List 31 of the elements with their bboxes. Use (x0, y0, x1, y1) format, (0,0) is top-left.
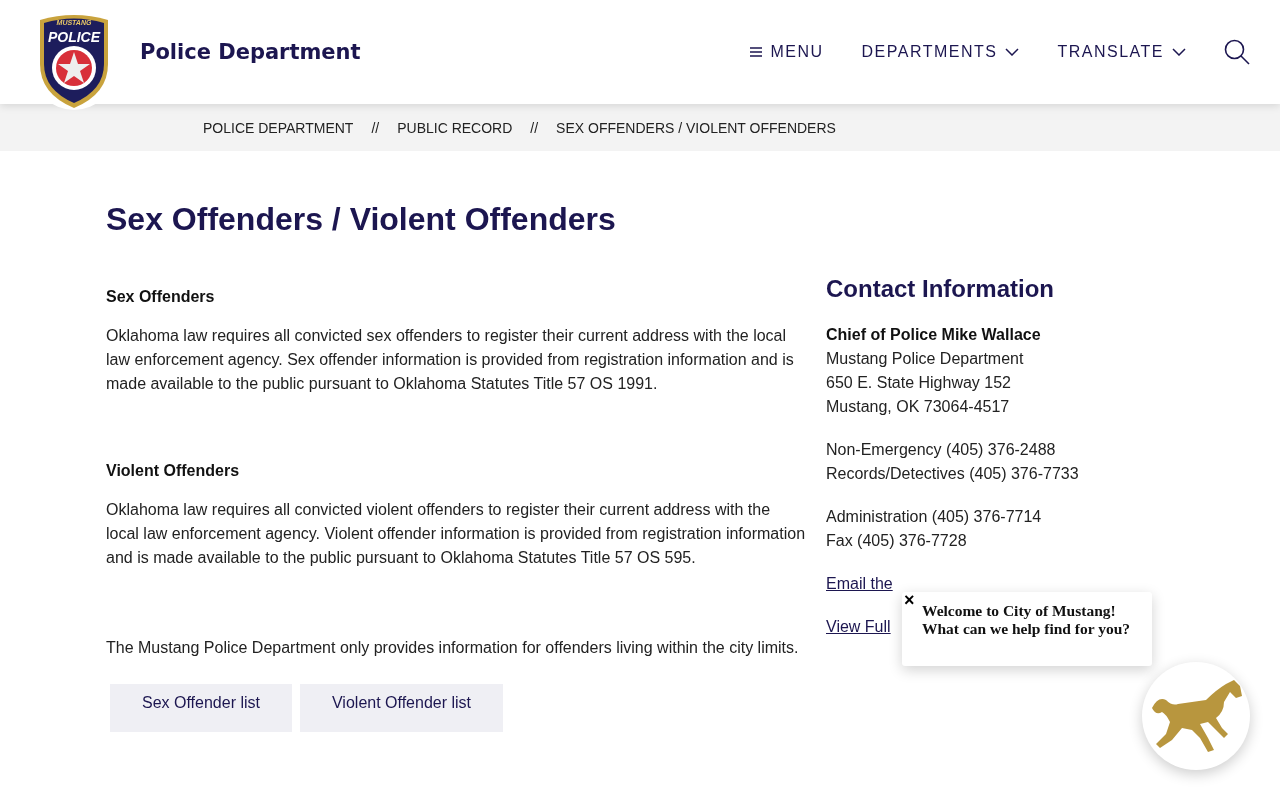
contact-line: Administration (405) 376-7714 (826, 507, 1043, 527)
contact-line: Records/Detectives (405) 376-7733 (826, 464, 1080, 484)
breadcrumb-link[interactable]: POLICE DEPARTMENT (203, 119, 354, 136)
breadcrumb-separator: // (371, 119, 380, 136)
nav-dropdown[interactable]: DEPARTMENTS (861, 43, 1020, 61)
close-button[interactable]: × (902, 592, 917, 608)
contact-line: Mustang, OK 73064-4517 (826, 397, 1011, 417)
paragraph: The Mustang Police Department only provides information for offenders living within the city limits. (106, 638, 800, 658)
section-heading: Sex Offenders (106, 288, 216, 306)
logo-text: POLICE (46, 29, 102, 45)
contact-link[interactable]: View Full (826, 615, 891, 639)
breadcrumb-link[interactable]: PUBLIC RECORD (397, 119, 513, 136)
list-button[interactable]: Sex Offender list (110, 684, 292, 732)
site-title: Police Department (140, 40, 362, 64)
chat-message: Welcome to City of Mustang! What can we help find for you? (922, 602, 1132, 638)
breadcrumb-separator: // (530, 119, 539, 136)
paragraph: Oklahoma law requires all convicted sex offenders to register their current address with the local law enforcement agency. Sex offender information is provided from registration information and is made available to the public pursuant to Oklahoma Statutes Title 57 OS 1991. (106, 326, 795, 394)
contact-line: Fax (405) 376-7728 (826, 531, 968, 551)
contact-line: Mustang Police Department (826, 349, 1025, 369)
contact-name: Chief of Police Mike Wallace (826, 325, 1042, 345)
nav-dropdown[interactable]: TRANSLATE (1057, 43, 1186, 61)
menu-link[interactable]: MENU (750, 43, 824, 61)
paragraph: Oklahoma law requires all convicted violent offenders to register their current address with the local law enforcement agency. Violent offender information is provided from registration information and is made available to the public pursuant to Oklahoma Statutes Title 57 OS 595. (106, 500, 806, 568)
page-title: Sex Offenders / Violent Offenders (106, 201, 617, 238)
section-heading: Violent Offenders (106, 462, 241, 480)
contact-line: 650 E. State Highway 152 (826, 373, 1012, 393)
breadcrumb-link[interactable]: SEX OFFENDERS / VIOLENT OFFENDERS (556, 119, 836, 136)
contact-link[interactable]: Email the (826, 572, 893, 596)
list-button[interactable]: Violent Offender list (300, 684, 504, 732)
contact-heading: Contact Information (826, 277, 1055, 301)
contact-line: Non-Emergency (405) 376-2488 (826, 440, 1057, 460)
